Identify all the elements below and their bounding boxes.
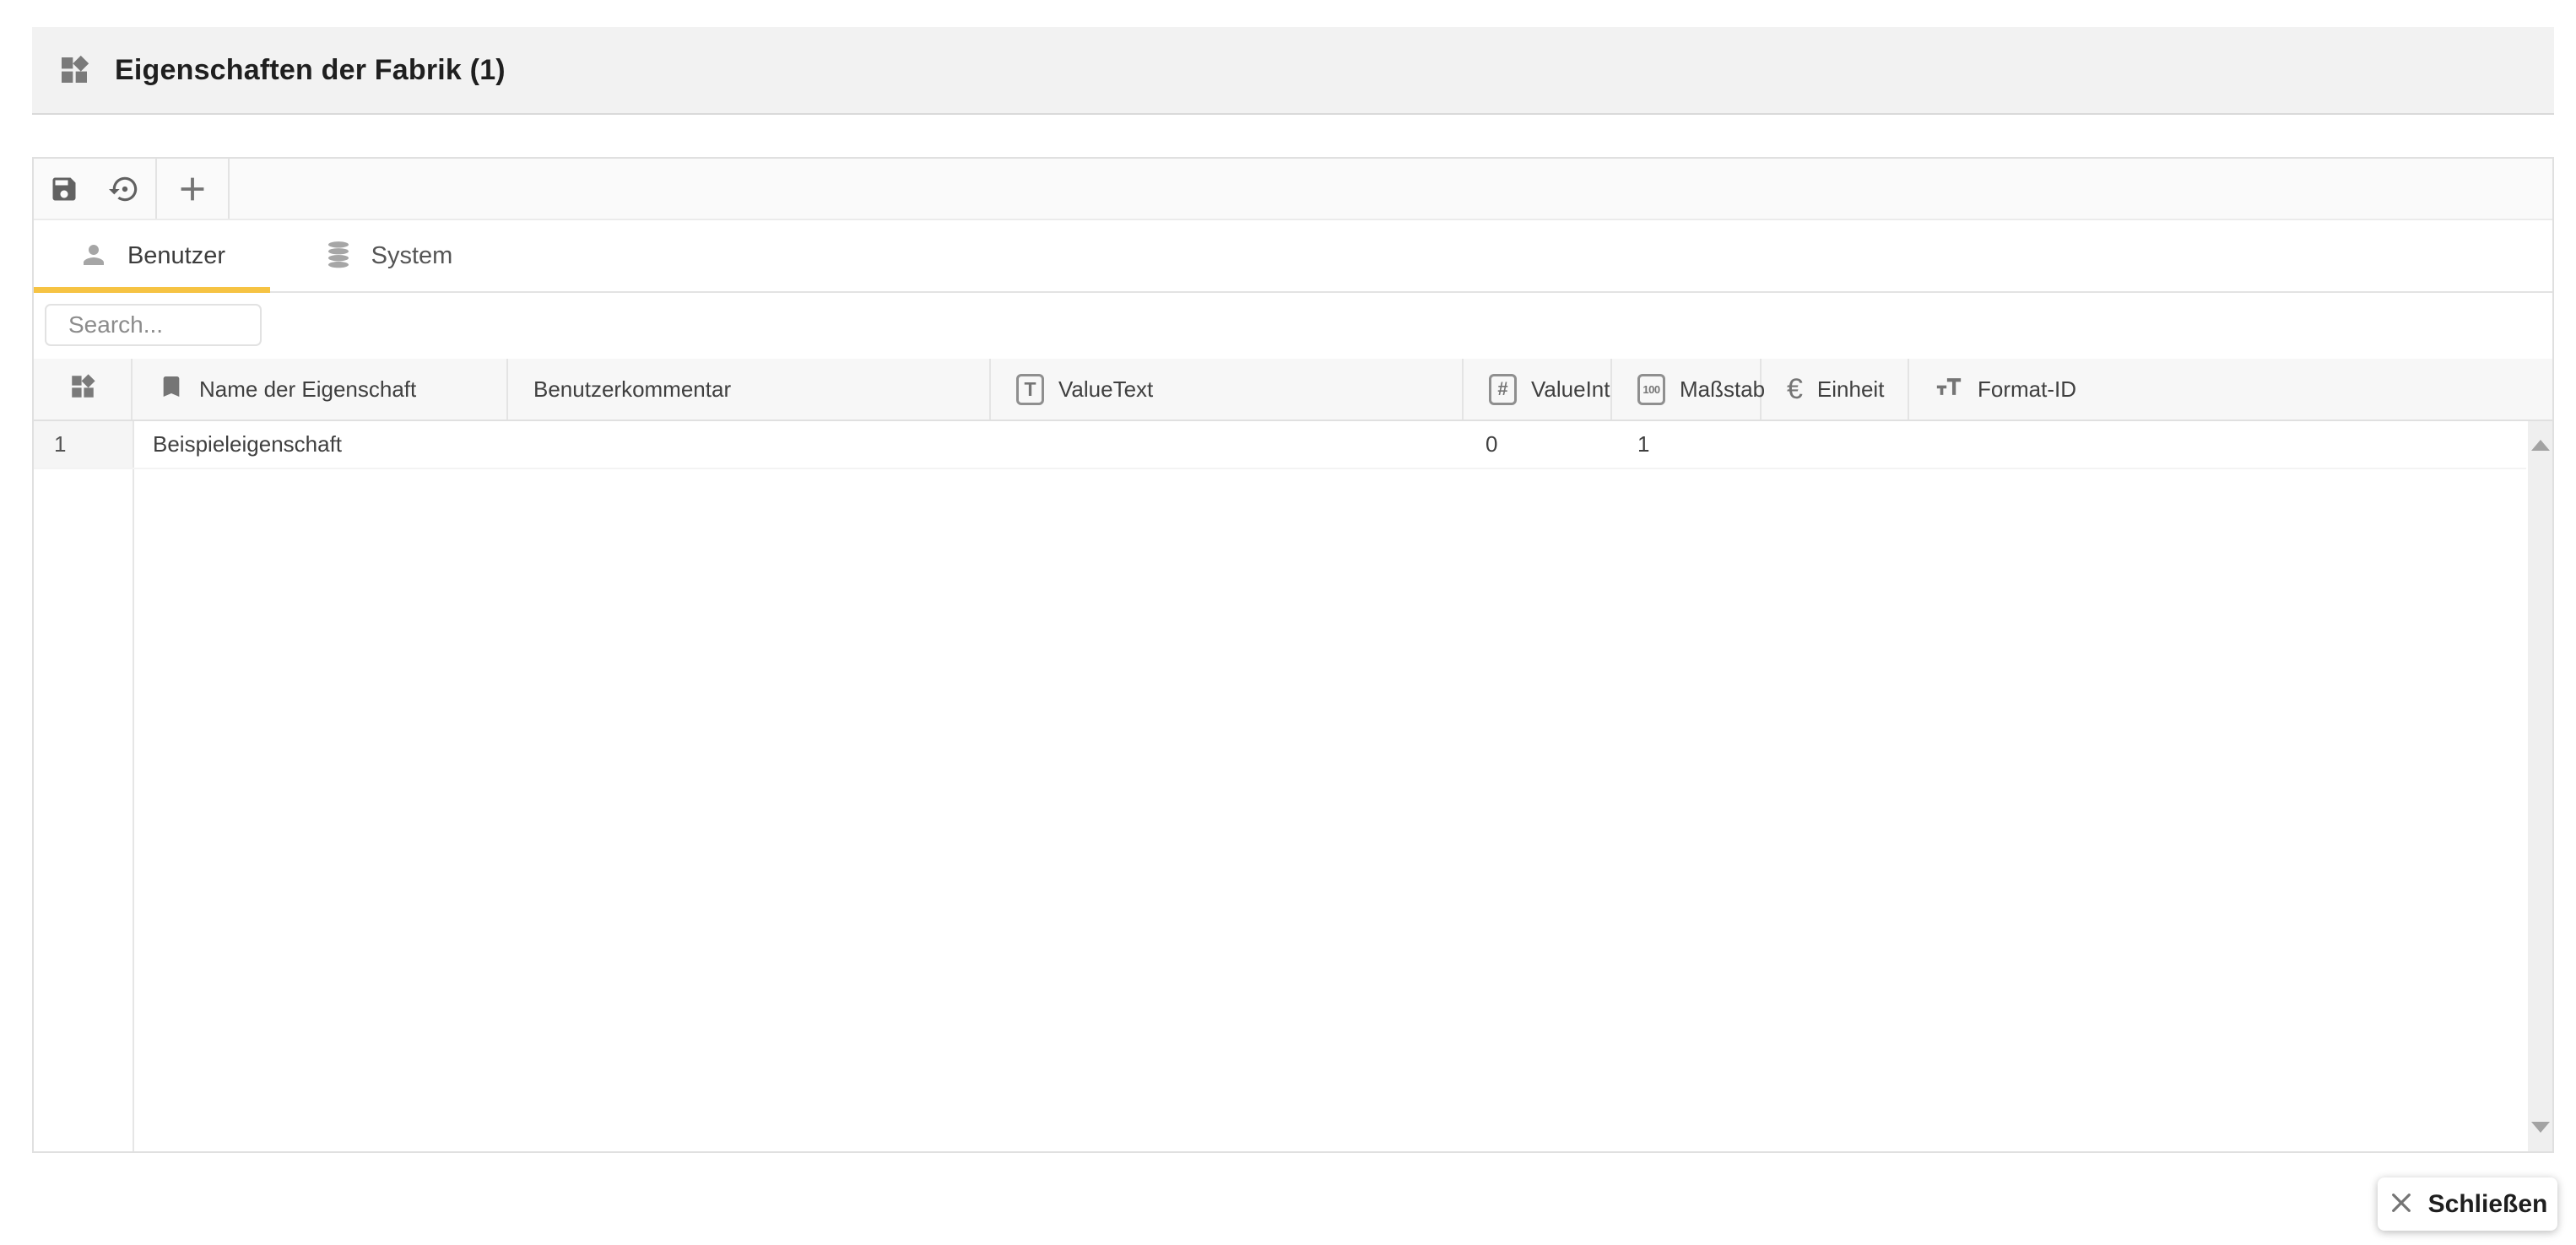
- row-valuetext-cell[interactable]: [991, 421, 1464, 468]
- column-header-formatid[interactable]: Format-ID: [1909, 359, 2552, 420]
- tab-benutzer[interactable]: Benutzer: [34, 220, 270, 291]
- column-label: Maßstab: [1680, 376, 1765, 403]
- column-header-name[interactable]: Name der Eigenschaft: [133, 359, 508, 420]
- toolbar: [34, 159, 2552, 220]
- save-icon: [49, 174, 79, 204]
- column-label: Einheit: [1817, 376, 1885, 403]
- column-label: Format-ID: [1978, 376, 2076, 403]
- widgets-icon: [57, 53, 91, 87]
- column-label: ValueText: [1058, 376, 1153, 403]
- column-label: Benutzerkommentar: [533, 376, 731, 403]
- table-row[interactable]: 1 Beispieleigenschaft 0 1: [34, 421, 2526, 469]
- tab-label: Benutzer: [127, 242, 225, 270]
- save-button[interactable]: [34, 159, 95, 219]
- row-einheit-cell[interactable]: [1762, 421, 1909, 468]
- toolbar-separator: [228, 159, 230, 219]
- row-formatid-cell[interactable]: [1909, 421, 2526, 468]
- search-box: [45, 304, 262, 346]
- close-button-label: Schließen: [2428, 1190, 2548, 1219]
- search-input[interactable]: [46, 306, 262, 344]
- row-valueint-cell[interactable]: 0: [1464, 421, 1612, 468]
- properties-grid: Name der Eigenschaft Benutzerkommentar T…: [34, 359, 2552, 1151]
- column-label: Name der Eigenschaft: [199, 376, 416, 403]
- text-value-icon: T: [1016, 374, 1044, 405]
- scale-100-icon: 100: [1637, 374, 1665, 405]
- widgets-icon: [68, 372, 97, 407]
- close-icon: [2388, 1189, 2415, 1219]
- add-button[interactable]: [157, 159, 228, 219]
- plus-icon: [173, 170, 212, 208]
- dialog-titlebar: Eigenschaften der Fabrik (1): [32, 27, 2554, 115]
- row-massstab-cell[interactable]: 1: [1612, 421, 1762, 468]
- search-row: [34, 293, 2552, 359]
- column-header-einheit[interactable]: € Einheit: [1762, 359, 1909, 420]
- properties-panel: Benutzer System: [32, 157, 2554, 1153]
- close-button[interactable]: Schließen: [2378, 1177, 2557, 1231]
- page-title: Eigenschaften der Fabrik (1): [115, 54, 506, 87]
- bookmark-icon: [158, 373, 185, 406]
- euro-icon: €: [1787, 375, 1803, 403]
- column-header-valueint[interactable]: # ValueInt: [1464, 359, 1612, 420]
- restore-icon: [109, 173, 141, 205]
- tab-label: System: [371, 242, 453, 270]
- column-header-valuetext[interactable]: T ValueText: [991, 359, 1464, 420]
- grid-body: 1 Beispieleigenschaft 0 1: [34, 421, 2552, 1151]
- scroll-down-icon[interactable]: [2531, 1122, 2550, 1133]
- tab-bar: Benutzer System: [34, 220, 2552, 293]
- scroll-up-icon[interactable]: [2531, 440, 2550, 451]
- column-header-index[interactable]: [34, 359, 133, 420]
- vertical-scrollbar[interactable]: [2528, 421, 2552, 1151]
- row-comment-cell[interactable]: [508, 421, 991, 468]
- column-header-comment[interactable]: Benutzerkommentar: [508, 359, 991, 420]
- number-value-icon: #: [1489, 374, 1517, 405]
- text-format-icon: [1935, 372, 1963, 407]
- database-icon: [324, 241, 353, 272]
- column-header-massstab[interactable]: 100 Maßstab: [1612, 359, 1762, 420]
- restore-button[interactable]: [95, 159, 155, 219]
- column-label: ValueInt: [1531, 376, 1610, 403]
- grid-header: Name der Eigenschaft Benutzerkommentar T…: [34, 359, 2552, 421]
- person-icon: [78, 240, 109, 273]
- row-name-cell[interactable]: Beispieleigenschaft: [133, 421, 508, 468]
- tab-system[interactable]: System: [270, 220, 506, 291]
- row-index-cell[interactable]: 1: [34, 421, 133, 468]
- index-column-divider: [133, 421, 134, 1151]
